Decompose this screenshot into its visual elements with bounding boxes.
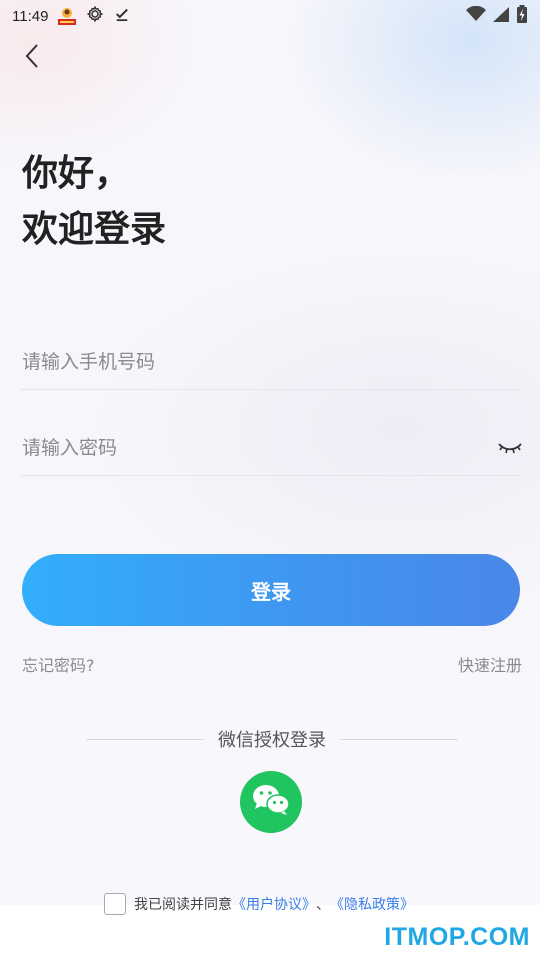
privacy-policy-link[interactable]: 《隐私政策》 bbox=[330, 894, 414, 914]
status-bar: 11:49 bbox=[0, 0, 540, 32]
divider-line-left bbox=[86, 738, 204, 740]
agreement-row: 我已阅读并同意 《用户协议》 、 《隐私政策》 bbox=[104, 892, 414, 916]
agreement-checkbox[interactable] bbox=[104, 893, 126, 915]
welcome-heading: 你好， 欢迎登录 bbox=[22, 146, 166, 258]
wifi-icon bbox=[466, 5, 486, 26]
wechat-login-title: 微信授权登录 bbox=[218, 730, 326, 751]
forgot-password-link[interactable]: 忘记密码? bbox=[22, 652, 95, 676]
user-agreement-link[interactable]: 《用户协议》 bbox=[232, 894, 316, 914]
login-button[interactable]: 登录 bbox=[22, 554, 520, 626]
password-field bbox=[20, 420, 522, 476]
download-done-icon bbox=[113, 5, 131, 27]
divider-line-right bbox=[340, 738, 458, 740]
watermark: ITMOP.COM bbox=[384, 923, 530, 951]
status-time: 11:49 bbox=[12, 7, 49, 25]
battery-charging-icon bbox=[516, 5, 528, 27]
signal-icon bbox=[492, 6, 510, 26]
chevron-left-icon bbox=[24, 43, 40, 73]
agreement-prefix: 我已阅读并同意 bbox=[134, 897, 232, 913]
password-input[interactable] bbox=[20, 436, 460, 459]
wechat-login-divider: 微信授权登录 bbox=[86, 726, 458, 752]
agreement-separator: 、 bbox=[316, 897, 330, 913]
phone-input[interactable] bbox=[20, 350, 460, 373]
wechat-login-button[interactable] bbox=[240, 771, 302, 833]
settings-gear-icon bbox=[86, 5, 104, 27]
greeting-line-2: 欢迎登录 bbox=[22, 209, 167, 250]
back-button[interactable] bbox=[18, 44, 46, 72]
quick-register-link[interactable]: 快速注册 bbox=[458, 652, 522, 676]
phone-field bbox=[20, 334, 522, 390]
greeting-line-1: 你好， bbox=[22, 153, 131, 194]
wechat-icon bbox=[251, 783, 291, 821]
app-badge-icon bbox=[57, 6, 77, 26]
eye-closed-icon[interactable] bbox=[498, 440, 522, 456]
